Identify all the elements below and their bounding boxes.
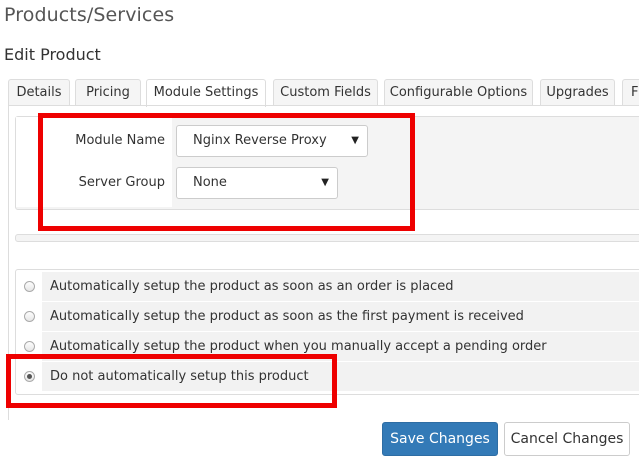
- label-column: [16, 117, 172, 207]
- tab-overflow[interactable]: F: [622, 79, 639, 105]
- radio-button-selected[interactable]: [24, 371, 35, 382]
- save-changes-button[interactable]: Save Changes: [382, 422, 498, 456]
- chevron-down-icon: ▼: [351, 135, 359, 146]
- tab-custom-fields[interactable]: Custom Fields: [273, 79, 378, 105]
- server-group-label: Server Group: [78, 175, 165, 190]
- tab-upgrades[interactable]: Upgrades: [540, 79, 615, 105]
- setup-option-row[interactable]: Do not automatically setup this product: [16, 362, 639, 392]
- page-title: Products/Services: [4, 4, 175, 26]
- panel-border: [8, 105, 9, 420]
- setup-option-row[interactable]: Automatically setup the product when you…: [16, 332, 639, 362]
- chevron-down-icon: ▼: [321, 177, 329, 188]
- setup-option-row[interactable]: Automatically setup the product as soon …: [16, 272, 639, 302]
- tab-configurable-options[interactable]: Configurable Options: [384, 79, 533, 105]
- server-group-value: None: [193, 175, 227, 190]
- radio-button[interactable]: [24, 281, 35, 292]
- tab-bar: Details Pricing Module Settings Custom F…: [8, 79, 639, 107]
- setup-option-label: Do not automatically setup this product: [50, 369, 309, 384]
- module-name-value: Nginx Reverse Proxy: [193, 133, 327, 148]
- radio-button[interactable]: [24, 341, 35, 352]
- module-name-select[interactable]: Nginx Reverse Proxy ▼: [176, 125, 368, 157]
- tab-divider: [8, 105, 639, 106]
- tab-module-settings[interactable]: Module Settings: [146, 79, 266, 107]
- module-name-label: Module Name: [75, 133, 165, 148]
- cancel-changes-button[interactable]: Cancel Changes: [504, 422, 630, 456]
- empty-settings-bar: [15, 234, 639, 242]
- setup-option-label: Automatically setup the product as soon …: [50, 279, 454, 294]
- tab-pricing[interactable]: Pricing: [75, 79, 141, 105]
- section-title: Edit Product: [4, 45, 101, 64]
- setup-option-row[interactable]: Automatically setup the product as soon …: [16, 302, 639, 332]
- radio-button[interactable]: [24, 311, 35, 322]
- setup-option-label: Automatically setup the product when you…: [50, 339, 547, 354]
- server-group-select[interactable]: None ▼: [176, 167, 338, 199]
- tab-details[interactable]: Details: [8, 79, 70, 105]
- setup-option-label: Automatically setup the product as soon …: [50, 309, 524, 324]
